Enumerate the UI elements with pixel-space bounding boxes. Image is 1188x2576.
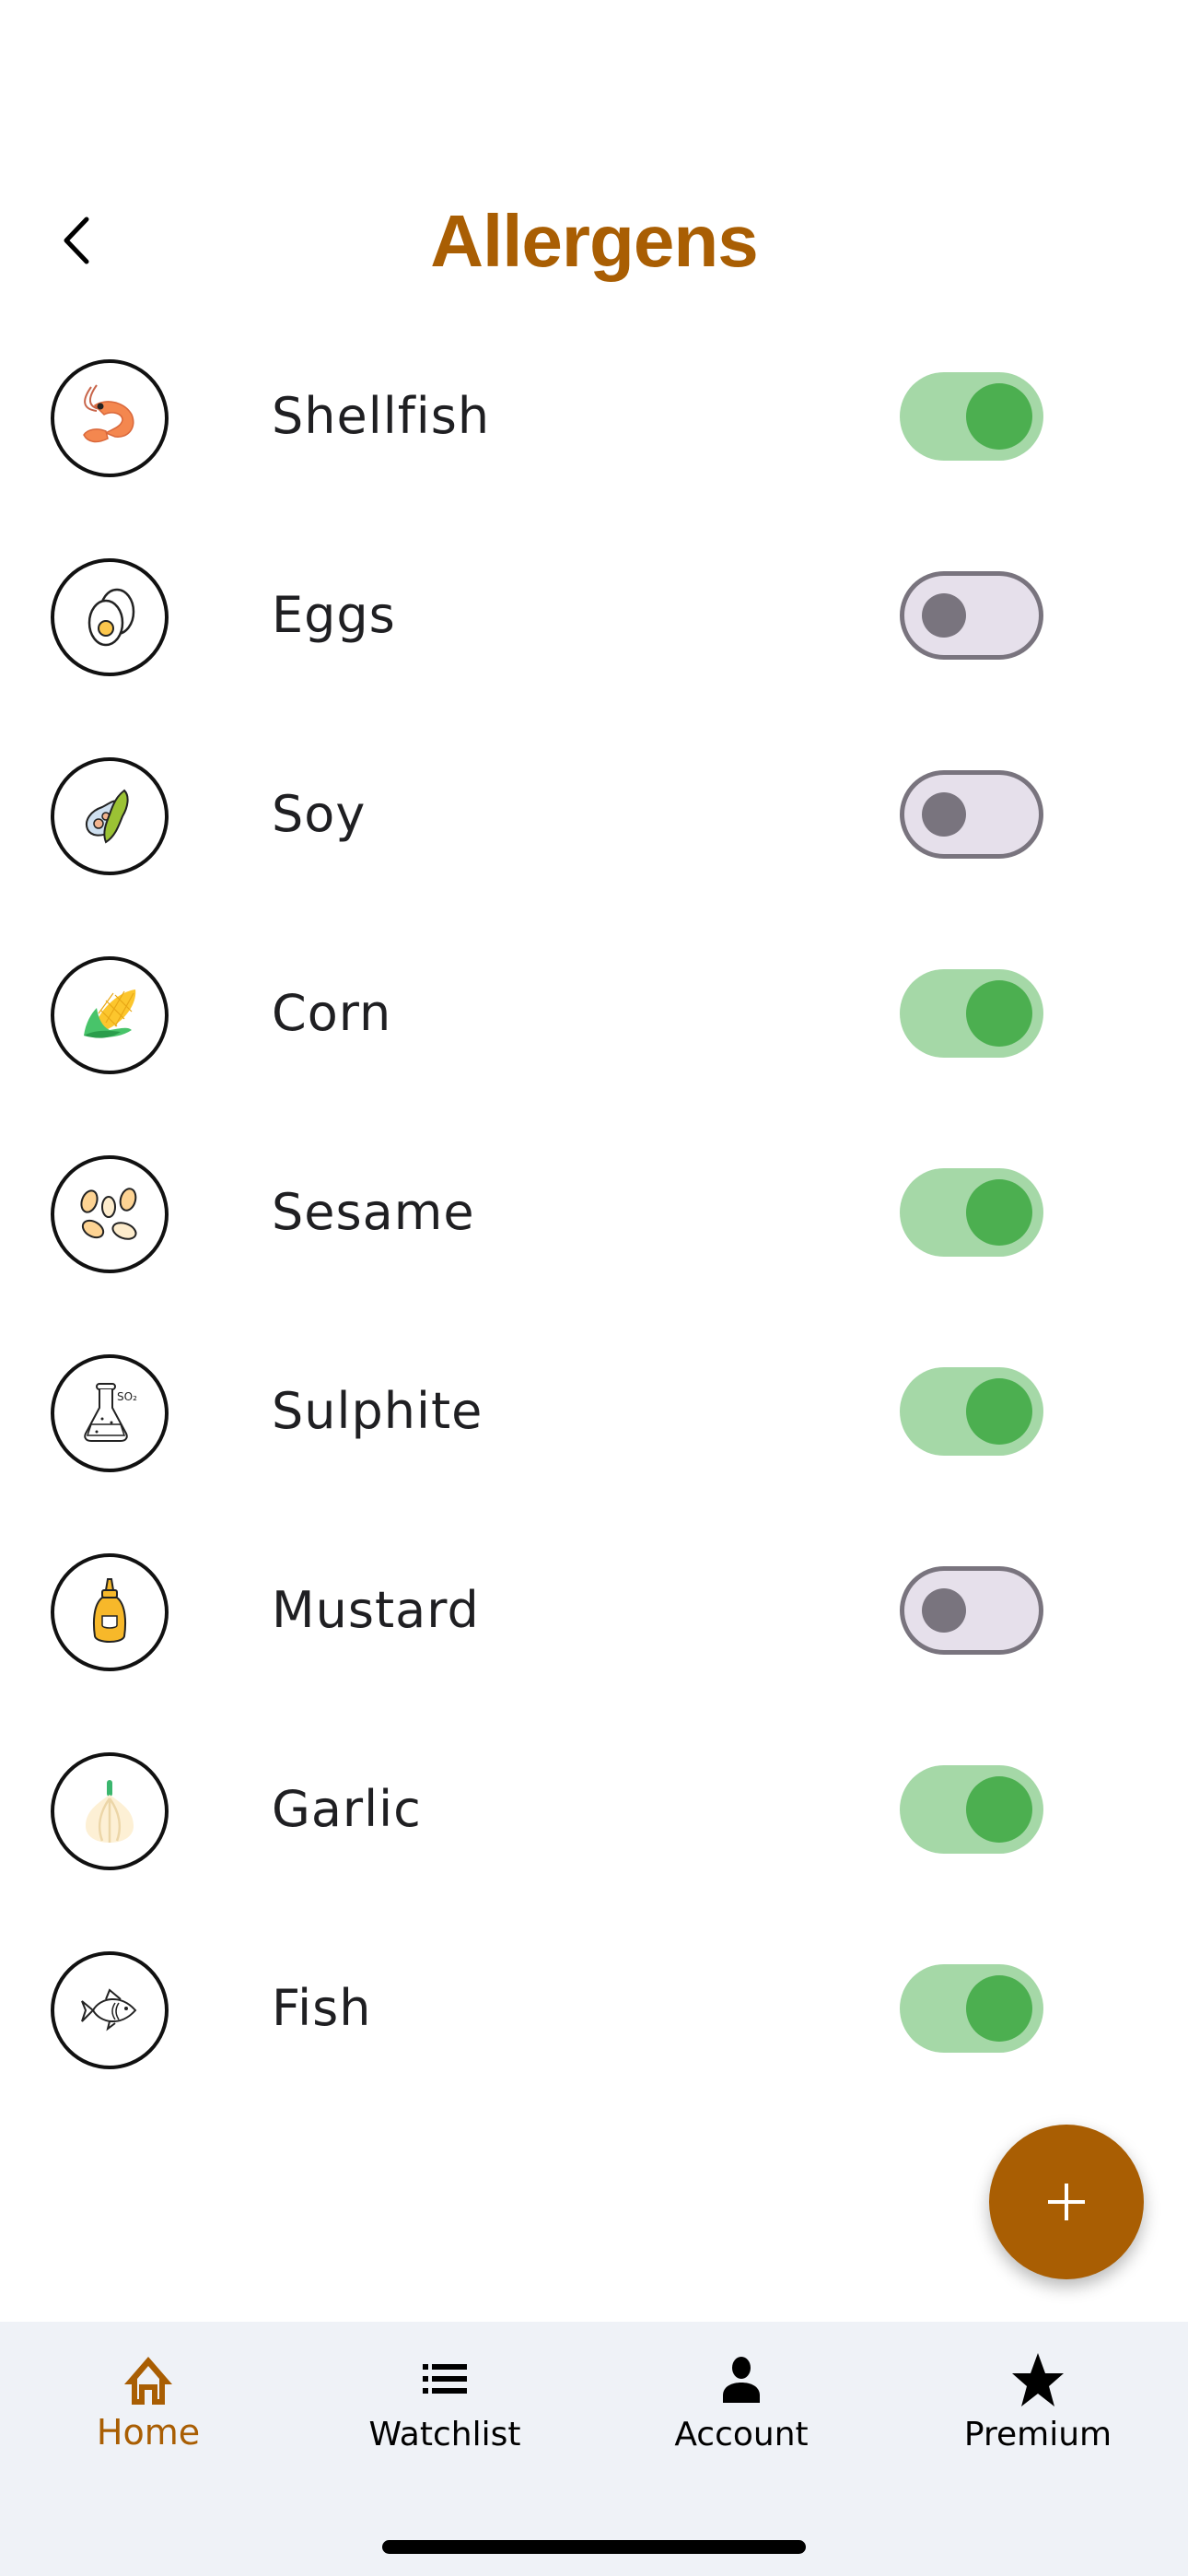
allergen-row-soy: Soy: [0, 737, 1188, 903]
toggle-thumb: [922, 1588, 966, 1633]
toggle-thumb: [966, 1179, 1032, 1246]
add-allergen-button[interactable]: [989, 2125, 1144, 2279]
allergen-avatar: [51, 1752, 169, 1870]
nav-item-watchlist[interactable]: Watchlist: [297, 2322, 593, 2506]
home-icon: [119, 2349, 178, 2408]
app-header: Allergens: [0, 184, 1188, 304]
shrimp-icon: [83, 384, 134, 443]
flask-so2-icon: SO₂: [84, 1383, 137, 1442]
allergen-name: Sulphite: [272, 1382, 483, 1440]
home-indicator[interactable]: [382, 2540, 806, 2554]
allergen-row-sulphite: SO₂ Sulphite: [0, 1334, 1188, 1500]
svg-text:SO₂: SO₂: [117, 1390, 137, 1403]
allergen-name: Shellfish: [272, 387, 491, 445]
nav-label: Watchlist: [368, 2416, 521, 2453]
allergen-toggle[interactable]: [900, 1367, 1043, 1456]
toggle-thumb: [966, 980, 1032, 1047]
allergen-row-eggs: Eggs: [0, 538, 1188, 704]
allergen-toggle[interactable]: [900, 1566, 1043, 1655]
toggle-thumb: [966, 1378, 1032, 1445]
allergen-row-mustard: Mustard: [0, 1533, 1188, 1699]
allergen-toggle[interactable]: [900, 969, 1043, 1058]
fish-icon: [81, 1988, 137, 2032]
nav-label: Account: [674, 2416, 809, 2453]
allergen-toggle[interactable]: [900, 1964, 1043, 2053]
allergen-row-fish: Fish: [0, 1931, 1188, 2097]
corn-icon: [84, 989, 136, 1038]
allergen-toggle[interactable]: [900, 770, 1043, 859]
allergen-avatar: [51, 558, 169, 676]
person-icon: [712, 2349, 771, 2408]
allergen-name: Garlic: [272, 1780, 422, 1838]
allergen-toggle[interactable]: [900, 1765, 1043, 1854]
allergen-row-shellfish: Shellfish: [0, 339, 1188, 505]
sesame-seeds-icon: [80, 1188, 137, 1240]
soybean-icon: [86, 789, 129, 844]
nav-item-account[interactable]: Account: [593, 2322, 890, 2506]
allergen-name: Eggs: [272, 586, 396, 644]
toggle-thumb: [966, 1776, 1032, 1843]
allergen-avatar: [51, 1951, 169, 2069]
mustard-bottle-icon: [93, 1578, 126, 1643]
allergen-avatar: [51, 956, 169, 1074]
toggle-thumb: [922, 792, 966, 837]
allergen-avatar: [51, 757, 169, 875]
nav-item-home[interactable]: Home: [0, 2322, 297, 2506]
allergen-avatar: [51, 1553, 169, 1671]
allergen-toggle[interactable]: [900, 571, 1043, 660]
list-icon: [415, 2349, 474, 2408]
allergen-row-corn: Corn: [0, 936, 1188, 1102]
allergen-toggle[interactable]: [900, 372, 1043, 461]
toggle-thumb: [966, 1975, 1032, 2042]
page-title: Allergens: [430, 200, 759, 282]
egg-icon: [87, 588, 135, 647]
allergen-name: Mustard: [272, 1581, 480, 1639]
allergen-name: Corn: [272, 984, 392, 1042]
allergen-name: Fish: [272, 1979, 372, 2037]
allergen-avatar: [51, 359, 169, 477]
garlic-icon: [86, 1780, 134, 1843]
plus-icon: [1048, 2184, 1085, 2220]
allergen-row-garlic: Garlic: [0, 1732, 1188, 1898]
nav-item-premium[interactable]: Premium: [890, 2322, 1186, 2506]
allergen-avatar: [51, 1155, 169, 1273]
bottom-navigation: Home Watchlist Account Premium: [0, 2322, 1188, 2576]
allergen-row-sesame: Sesame: [0, 1135, 1188, 1301]
toggle-thumb: [966, 383, 1032, 450]
allergen-name: Soy: [272, 785, 367, 843]
toggle-thumb: [922, 593, 966, 638]
nav-label: Premium: [963, 2416, 1112, 2453]
nav-label: Home: [96, 2412, 201, 2453]
allergen-avatar: SO₂: [51, 1354, 169, 1472]
allergen-toggle[interactable]: [900, 1168, 1043, 1257]
star-icon: [1008, 2349, 1067, 2408]
allergen-name: Sesame: [272, 1183, 475, 1241]
